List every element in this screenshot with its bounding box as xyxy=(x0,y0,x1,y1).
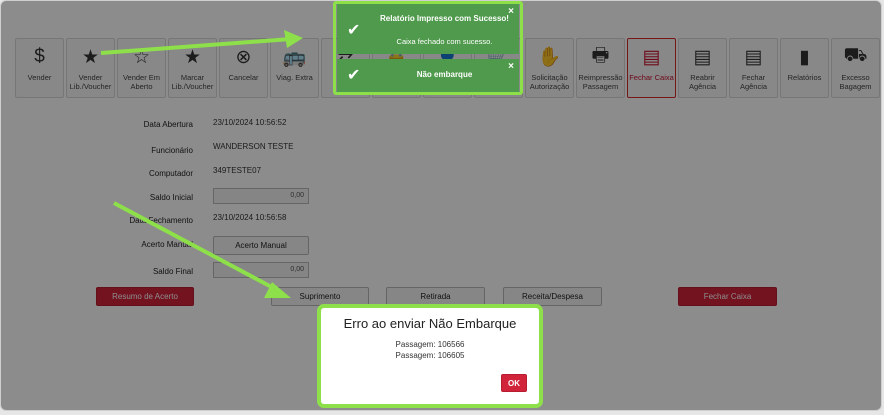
dialog-line-2: Passagem: 106605 xyxy=(395,351,465,360)
toast-highlight xyxy=(333,1,523,95)
dialog-title: Erro ao enviar Não Embarque xyxy=(343,316,517,331)
error-dialog: Erro ao enviar Não Embarque Passagem: 10… xyxy=(321,308,539,404)
ok-button[interactable]: OK xyxy=(501,374,527,392)
app-window: $ Vender ★ Vender Lib./Voucher ☆ Vender Em Ab… xyxy=(0,0,882,411)
dialog-line-1: Passagem: 106566 xyxy=(395,340,465,349)
